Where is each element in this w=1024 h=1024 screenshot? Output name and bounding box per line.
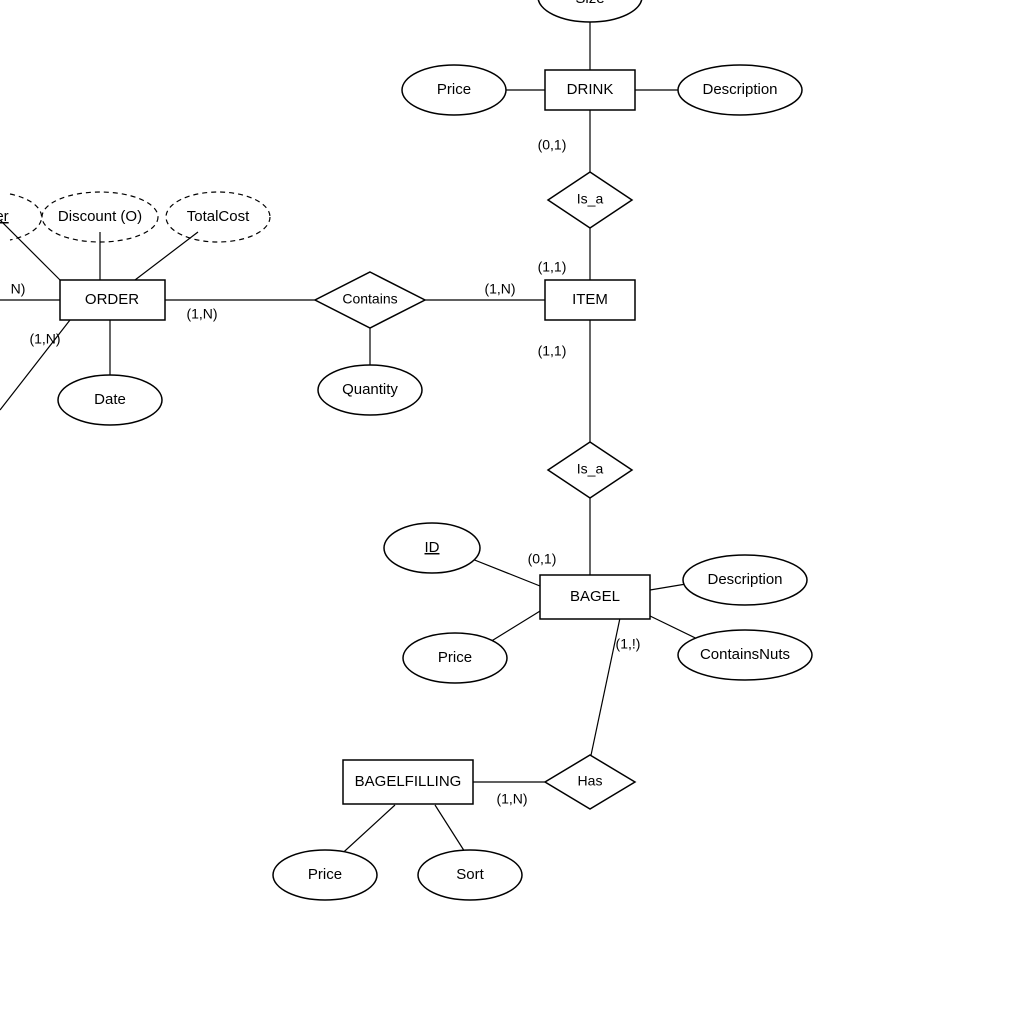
attr-bagel-description: Description (683, 555, 807, 605)
attr-order-totalcost-label: TotalCost (187, 208, 250, 225)
rel-is-a-mid: Is_a (548, 442, 632, 498)
rel-has: Has (545, 755, 635, 809)
er-diagram: (0,1) (1,1) N) (1,N) (1,N) (1,N) (1,1) (… (0, 0, 1024, 1024)
attr-bagel-price-label: Price (438, 649, 472, 666)
entity-order-label: ORDER (85, 291, 139, 308)
attr-drink-size-label: Size (575, 0, 604, 7)
card-order-left: N) (11, 281, 26, 297)
card-bagel-has: (1,!) (616, 636, 641, 652)
rel-contains: Contains (315, 272, 425, 328)
card-item-contains: (1,N) (484, 281, 515, 297)
attr-contains-quantity: Quantity (318, 365, 422, 415)
entity-bagelfilling: BAGELFILLING (343, 760, 473, 804)
attr-bagel-containsnuts-label: ContainsNuts (700, 646, 790, 663)
attr-order-date: Date (58, 375, 162, 425)
attr-order-discount-label: Discount (O) (58, 208, 142, 225)
attr-drink-description-label: Description (702, 81, 777, 98)
card-bagel-isa: (0,1) (528, 551, 557, 567)
attr-bagel-description-label: Description (707, 571, 782, 588)
attr-order-number-label: er (0, 208, 9, 225)
attr-order-number-partial: er (0, 194, 42, 240)
entity-bagel-label: BAGEL (570, 588, 620, 605)
attr-bagel-id: ID (384, 523, 480, 573)
card-order-contains: (1,N) (186, 306, 217, 322)
entity-item-label: ITEM (572, 291, 608, 308)
attr-drink-price-label: Price (437, 81, 471, 98)
card-order-bl: (1,N) (29, 331, 60, 347)
entity-bagelfilling-label: BAGELFILLING (355, 773, 462, 790)
rel-is-a-mid-label: Is_a (577, 461, 604, 477)
rel-contains-label: Contains (342, 291, 397, 307)
card-item-isa-top: (1,1) (538, 259, 567, 275)
rel-has-label: Has (578, 773, 603, 789)
entity-drink: DRINK (545, 70, 635, 110)
attr-drink-description: Description (678, 65, 802, 115)
attr-drink-price: Price (402, 65, 506, 115)
card-bf-has: (1,N) (496, 791, 527, 807)
entity-drink-label: DRINK (567, 81, 614, 98)
attr-bagel-id-label: ID (425, 539, 440, 556)
attr-bagel-containsnuts: ContainsNuts (678, 630, 812, 680)
attr-bagel-price: Price (403, 633, 507, 683)
card-drink-isa: (0,1) (538, 137, 567, 153)
entity-item: ITEM (545, 280, 635, 320)
entity-bagel: BAGEL (540, 575, 650, 619)
attr-bf-sort: Sort (418, 850, 522, 900)
attr-drink-size: Size (538, 0, 642, 22)
attr-bf-sort-label: Sort (456, 866, 484, 883)
rel-is-a-top-label: Is_a (577, 191, 604, 207)
card-item-isa-mid: (1,1) (538, 343, 567, 359)
attr-contains-quantity-label: Quantity (342, 381, 398, 398)
attr-order-date-label: Date (94, 391, 126, 408)
entity-order: ORDER (60, 280, 165, 320)
attr-bf-price-label: Price (308, 866, 342, 883)
rel-is-a-top: Is_a (548, 172, 632, 228)
attr-order-totalcost: TotalCost (166, 192, 270, 242)
attr-bf-price: Price (273, 850, 377, 900)
